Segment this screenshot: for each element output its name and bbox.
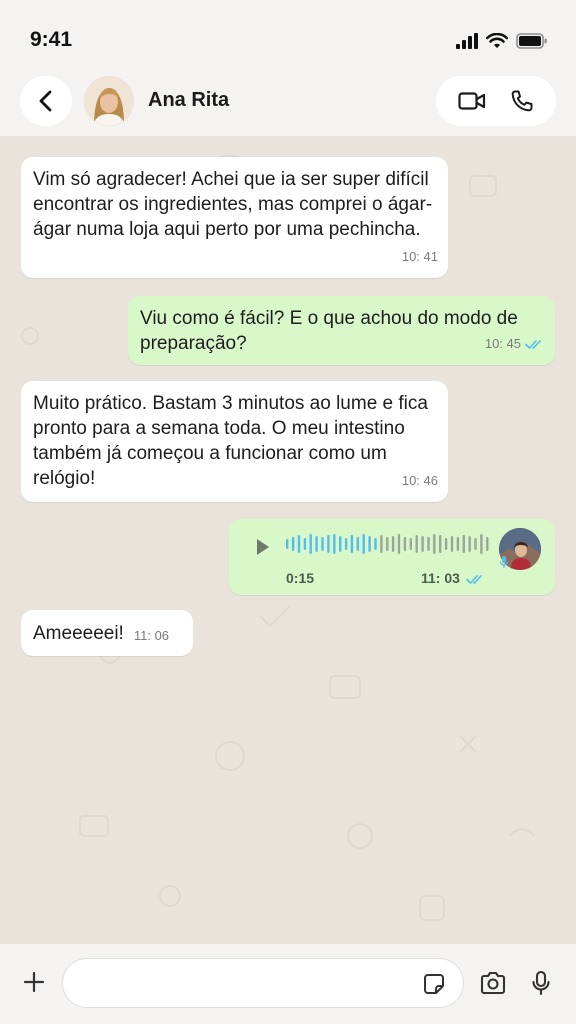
waveform-bar [486,537,489,551]
avatar-photo [84,76,134,126]
voice-call-button[interactable] [492,76,552,126]
waveform-bar [327,535,330,553]
waveform-bar [421,536,424,552]
waveform-bar [427,537,430,551]
chat-area[interactable]: Vim só agradecer! Achei que ia ser super… [0,136,576,944]
camera-icon [480,971,506,995]
waveform-bar [468,536,471,552]
microphone-icon [532,970,550,996]
message-text: Ameeeeei! [33,622,124,644]
waveform-bar [480,534,483,554]
attach-button[interactable] [18,966,50,998]
compose-bar [0,944,576,1024]
phone-icon [511,90,533,112]
voice-record-button[interactable] [524,966,558,1000]
voice-message-bubble[interactable]: 0:15 11: 03 [229,519,555,595]
waveform-bar [356,537,359,551]
waveform-bar [444,538,448,550]
voice-mic-indicator-icon [499,556,509,568]
back-arrow-icon [39,90,52,112]
message-time: 10: 45 [485,331,545,356]
waveform-bar [297,535,301,553]
waveform-bar [450,536,454,552]
waveform-bar [333,534,336,554]
waveform-bar [403,537,407,551]
waveform-bar [286,539,289,549]
waveform-bar [339,536,342,552]
waveform-bar [474,538,477,550]
chat-header: Ana Rita [0,74,576,136]
message-text: Muito prático. Bastam 3 minutos ao lume … [33,393,428,489]
waveform-bar [439,535,442,553]
double-check-icon [525,339,541,349]
play-button[interactable] [251,534,275,560]
waveform-bar [397,534,401,554]
waveform-bar [344,538,348,550]
message-time: 11: 06 [133,627,170,643]
sticker-icon [424,974,444,994]
message-input[interactable] [62,958,464,1008]
waveform-bar [309,534,312,554]
message-time: 10: 41 [401,249,438,264]
waveform-bar [433,534,436,554]
message-time: 11: 03 [421,566,486,591]
waveform-bar [374,538,377,550]
waveform-bar [291,537,295,551]
sticker-button[interactable] [420,970,448,998]
signal-icon [456,33,478,49]
camera-button[interactable] [476,966,510,1000]
call-actions [436,76,556,126]
message-bubble-outgoing[interactable]: Viu como é fácil? E o que achou do modo … [128,296,555,365]
waveform-bar [462,535,465,553]
plus-icon [23,971,45,993]
message-bubble-incoming[interactable]: Vim só agradecer! Achei que ia ser super… [21,157,448,278]
play-icon [257,539,269,555]
contact-avatar[interactable] [84,76,134,126]
message-time: 10: 46 [401,473,438,488]
message-bubble-incoming[interactable]: Ameeeeei! 11: 06 [21,610,193,656]
waveform-bar [415,535,418,553]
waveform-bar [303,538,307,550]
message-bubble-incoming[interactable]: Muito prático. Bastam 3 minutos ao lume … [21,381,448,502]
message-text: Viu como é fácil? E o que achou do modo … [140,308,518,354]
waveform-bar [321,537,324,551]
status-time: 9:41 [30,28,73,51]
waveform-bar [315,536,318,552]
status-icons [456,30,548,52]
contact-name[interactable]: Ana Rita [148,89,229,112]
message-text: Vim só agradecer! Achei que ia ser super… [33,169,433,240]
voice-duration: 0:15 [286,570,315,586]
battery-icon [516,33,547,49]
waveform-bar [386,537,389,551]
waveform-bar [456,537,460,551]
voice-waveform[interactable] [285,533,491,555]
video-call-icon [458,92,486,110]
double-check-icon [466,574,482,584]
wifi-icon [486,33,508,48]
waveform-bar [409,538,412,550]
waveform-bar [368,536,371,552]
status-bar: 9:41 [0,0,576,74]
waveform-bar [391,536,395,552]
waveform-bar [362,534,365,554]
waveform-bar [380,535,383,553]
back-button[interactable] [20,76,72,126]
waveform-bar [350,535,354,553]
